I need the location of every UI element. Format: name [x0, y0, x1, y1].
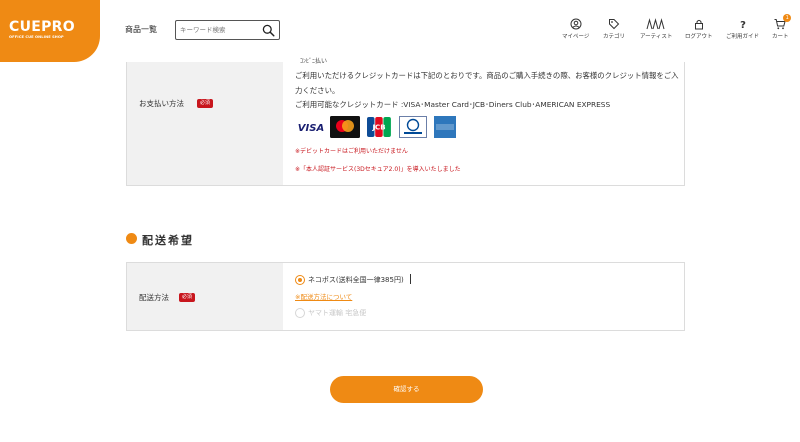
payment-description-line2: 力ください。 [295, 86, 340, 95]
nav-guide-label: ご利用ガイド [726, 34, 760, 40]
yamato-option-label[interactable]: ヤマト運輸 宅急便 [308, 308, 366, 318]
nav-artist-label: アーティスト [640, 34, 673, 40]
payment-description-line1: ご利用いただけるクレジットカードは下記のとおりです。商品のご購入手続きの際、お客… [295, 71, 679, 80]
3d-secure-note: ※「本人認証サービス(3Dセキュア2.0)」を導入いたしました [295, 166, 461, 173]
search-box [175, 20, 280, 40]
amex-logo [434, 116, 456, 138]
mastercard-logo [330, 116, 360, 138]
user-icon [570, 18, 582, 30]
artist-icon [646, 18, 665, 30]
nav-cart[interactable]: 1 カート [772, 14, 792, 40]
debit-card-note: ※デビットカードはご利用いただけません [295, 148, 408, 155]
section-bullet [126, 233, 137, 244]
svg-text:JCB: JCB [371, 124, 385, 132]
question-icon: ? [740, 20, 746, 30]
delivery-method-info-link[interactable]: ※配送方法について [295, 291, 352, 301]
search-input[interactable] [180, 23, 260, 37]
site-logo[interactable]: CUEPRO OFFICE CUE ONLINE SHOP [0, 0, 100, 62]
delivery-method-label: 配送方法 [139, 293, 169, 302]
nekopos-option-label[interactable]: ネコポス(送料全国一律385円) [308, 275, 404, 285]
nav-logout-label: ログアウト [685, 34, 713, 40]
payment-method-label: お支払い方法 [139, 99, 184, 108]
nav-category[interactable]: カテゴリ [603, 18, 625, 40]
nav-logout[interactable]: ログアウト [685, 18, 713, 40]
tag-icon [609, 19, 620, 30]
delivery-label-cell: 配送方法 必須 [127, 263, 283, 330]
nav-mypage-label: マイページ [562, 34, 590, 40]
svg-text:VISA: VISA [298, 123, 324, 134]
diners-club-logo [399, 116, 427, 138]
text-cursor [410, 274, 411, 284]
logo-text: CUEPRO [9, 19, 75, 35]
cart-count-badge: 1 [783, 14, 792, 22]
required-badge: 必須 [179, 293, 196, 302]
delivery-method-row: 配送方法 必須 [126, 262, 685, 331]
nekopos-radio[interactable] [295, 275, 305, 285]
nav-cart-label: カート [772, 34, 789, 40]
logo-subtitle: OFFICE CUE ONLINE SHOP [9, 35, 64, 39]
delivery-section-title: 配送希望 [142, 234, 194, 247]
lock-icon [694, 19, 703, 30]
nav-mypage[interactable]: マイページ [562, 18, 589, 40]
payment-card-list: ご利用可能なクレジットカード :VISA･Master Card･JCB･Din… [295, 100, 611, 109]
svg-text:?: ? [740, 20, 746, 30]
nav-artist[interactable]: アーティスト [640, 18, 672, 40]
jcb-logo: JCB [367, 117, 391, 137]
required-badge: 必須 [197, 99, 214, 108]
search-icon[interactable] [262, 24, 275, 37]
site-header: CUEPRO OFFICE CUE ONLINE SHOP 商品一覧 マイページ… [0, 0, 800, 62]
payment-cut-text: ｺﾝﾋﾞﾆ払い [300, 58, 328, 65]
yamato-radio[interactable] [295, 308, 305, 318]
nav-category-label: カテゴリ [603, 34, 626, 40]
products-link[interactable]: 商品一覧 [125, 24, 157, 35]
confirm-button[interactable]: 確認する [330, 376, 483, 403]
visa-logo: VISA [295, 116, 327, 138]
payment-label-cell: お支払い方法 必須 [127, 62, 283, 185]
nav-guide[interactable]: ? ご利用ガイド [726, 18, 759, 40]
